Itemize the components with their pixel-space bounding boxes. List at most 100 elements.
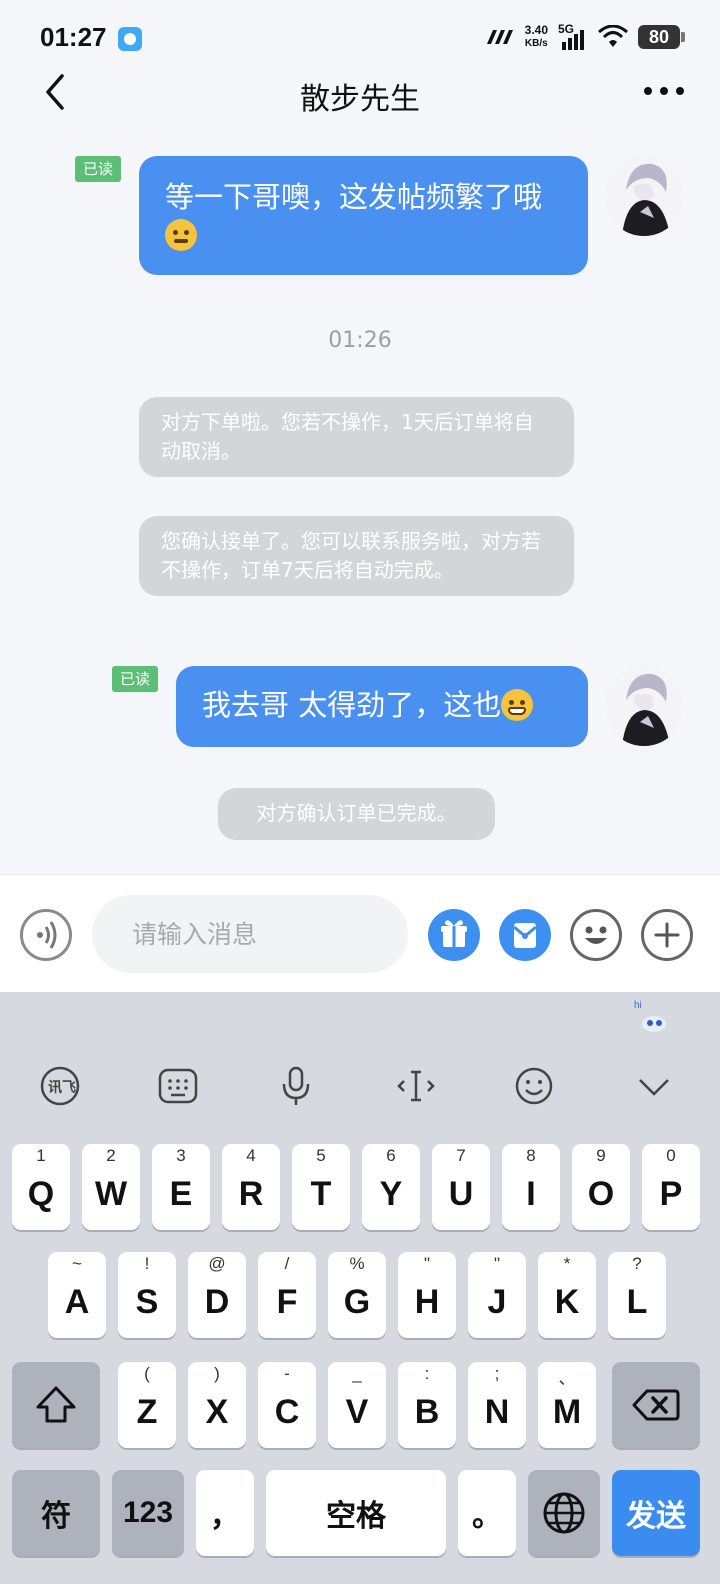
user-avatar[interactable] <box>604 666 684 746</box>
key-sub-label: 9 <box>596 1146 606 1165</box>
ime-logo-icon[interactable]: 讯飞 <box>38 1064 82 1108</box>
plus-icon <box>654 922 680 948</box>
key-main-label: B <box>414 1392 440 1431</box>
key-main-label: E <box>169 1174 193 1213</box>
key-n[interactable]: ; N <box>468 1362 526 1448</box>
key-sub-label: ( <box>144 1364 150 1383</box>
key-sub-label: 6 <box>386 1146 396 1165</box>
svg-text:讯飞: 讯飞 <box>48 1080 76 1096</box>
key-sub-label: ~ <box>72 1254 82 1273</box>
key-w[interactable]: 2W <box>82 1144 140 1230</box>
app-notification-icon <box>118 27 142 51</box>
numbers-key[interactable]: 123 <box>112 1470 184 1556</box>
red-packet-button[interactable] <box>499 909 551 961</box>
voice-icon <box>37 921 57 949</box>
shift-key[interactable] <box>12 1362 100 1448</box>
key-j[interactable]: " J <box>468 1252 526 1338</box>
microphone-icon[interactable] <box>274 1064 318 1108</box>
read-receipt-badge: 已读 <box>112 666 159 692</box>
gift-icon <box>441 920 467 947</box>
cellular-signal: 5G <box>558 22 588 50</box>
key-u[interactable]: 7U <box>432 1144 490 1230</box>
system-message: 您确认接单了。您可以联系服务啦，对方若不操作，订单7天后将自动完成。 <box>139 516 574 596</box>
key-main-label: G <box>343 1282 371 1321</box>
more-actions-button[interactable] <box>641 909 693 961</box>
key-c[interactable]: -C <box>258 1362 316 1448</box>
system-message: 对方确认订单已完成。 <box>218 788 495 840</box>
key-h[interactable]: " H <box>398 1252 456 1338</box>
key-l[interactable]: ? L <box>608 1252 666 1338</box>
key-x[interactable]: ) X <box>188 1362 246 1448</box>
key-sub-label: : <box>424 1364 430 1383</box>
cursor-move-icon[interactable] <box>394 1064 438 1108</box>
key-sub-label: ! <box>144 1254 150 1273</box>
key-k[interactable]: * K <box>538 1252 596 1338</box>
key-sub-label: 5 <box>316 1146 326 1165</box>
outgoing-message[interactable]: 我去哥 太得劲了，这也 <box>176 666 588 747</box>
key-main-label: X <box>205 1392 229 1431</box>
key-main-label: C <box>274 1392 300 1431</box>
language-key[interactable] <box>528 1470 600 1556</box>
key-v[interactable]: _ V <box>328 1362 386 1448</box>
key-sub-label: 1 <box>36 1146 46 1165</box>
collapse-keyboard-icon[interactable] <box>632 1064 676 1108</box>
globe-icon <box>543 1492 585 1534</box>
user-avatar[interactable] <box>604 156 684 236</box>
emoji-keyboard-icon[interactable] <box>512 1064 556 1108</box>
key-sub-label: % <box>349 1254 365 1273</box>
key-b[interactable]: :B <box>398 1362 456 1448</box>
key-i[interactable]: 8I <box>502 1144 560 1230</box>
key-m[interactable]: 、 M <box>538 1362 596 1448</box>
key-main-label: U <box>448 1174 474 1213</box>
svg-text:hi: hi <box>634 1000 642 1011</box>
battery-indicator: 80 <box>638 25 685 49</box>
key-r[interactable]: 4R <box>222 1144 280 1230</box>
key-d[interactable]: @ D <box>188 1252 246 1338</box>
chat-title: 散步先生 <box>300 82 420 117</box>
space-key[interactable]: 空格 <box>266 1470 446 1556</box>
message-list[interactable]: 已读 等一下哥噢，这发帖频繁了哦 01:26 对方下单啦。您若不操作，1天后订单… <box>0 140 720 875</box>
angry-emoji-icon <box>165 219 197 251</box>
more-options-icon[interactable] <box>640 76 688 106</box>
key-main-label: F <box>276 1282 298 1321</box>
send-key[interactable]: 发送 <box>612 1470 700 1556</box>
key-q[interactable]: 1Q <box>12 1144 70 1230</box>
gift-button[interactable] <box>428 909 480 961</box>
comma-key[interactable]: ， <box>196 1470 254 1556</box>
key-g[interactable]: % G <box>328 1252 386 1338</box>
symbols-key[interactable]: 符 <box>12 1470 100 1556</box>
key-t[interactable]: 5T <box>292 1144 350 1230</box>
net-speed: 3.40 KB/s <box>525 24 548 50</box>
shift-icon <box>36 1386 76 1423</box>
message-input[interactable] <box>92 895 408 973</box>
keyboard-mascot-icon[interactable]: hi <box>632 996 672 1036</box>
key-p[interactable]: 0P <box>642 1144 700 1230</box>
key-f[interactable]: / F <box>258 1252 316 1338</box>
emoji-button[interactable] <box>570 909 622 961</box>
avatar-illustration <box>604 156 684 236</box>
key-y[interactable]: 6Y <box>362 1144 420 1230</box>
keyboard-layout-icon[interactable] <box>156 1064 200 1108</box>
status-time: 01:27 <box>40 22 107 52</box>
key-z[interactable]: (Z <box>118 1362 176 1448</box>
key-sub-label: 、 <box>558 1369 576 1388</box>
period-key[interactable]: 。 <box>458 1470 516 1556</box>
key-a[interactable]: ~ A <box>48 1252 106 1338</box>
key-sub-label: 8 <box>526 1146 536 1165</box>
key-main-label: L <box>626 1282 648 1321</box>
key-sub-label: / <box>284 1254 290 1273</box>
key-s[interactable]: ! S <box>118 1252 176 1338</box>
system-message: 对方下单啦。您若不操作，1天后订单将自动取消。 <box>139 397 574 477</box>
key-main-label: Z <box>136 1392 158 1431</box>
key-main-label: O <box>587 1174 615 1213</box>
key-main-label: R <box>238 1174 264 1213</box>
key-e[interactable]: 3E <box>152 1144 210 1230</box>
net-speed-value: 3.40 <box>524 23 548 37</box>
key-o[interactable]: 9O <box>572 1144 630 1230</box>
backspace-key[interactable] <box>612 1362 700 1448</box>
key-main-label: M <box>552 1392 582 1431</box>
key-sub-label: @ <box>208 1254 226 1273</box>
outgoing-message[interactable]: 等一下哥噢，这发帖频繁了哦 <box>139 156 588 275</box>
voice-input-button[interactable] <box>20 909 72 961</box>
key-sub-label: " <box>423 1254 431 1273</box>
